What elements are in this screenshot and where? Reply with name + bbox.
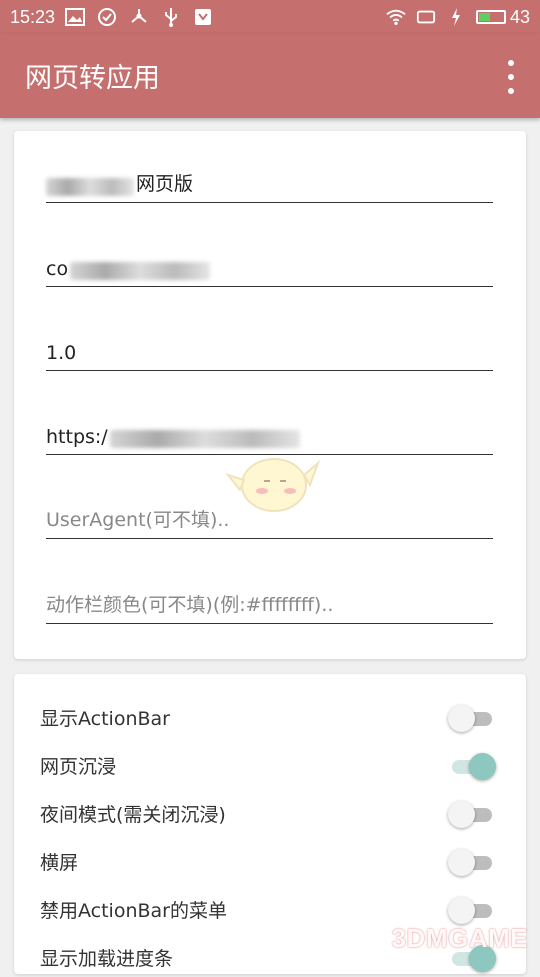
setting-night-mode: 夜间模式(需关闭沉浸) bbox=[40, 793, 500, 833]
shield-icon bbox=[193, 7, 213, 27]
usb-icon bbox=[161, 7, 181, 27]
battery-icon bbox=[475, 10, 506, 24]
setting-label: 显示ActionBar bbox=[40, 707, 170, 730]
status-time: 15:23 bbox=[10, 6, 56, 27]
version-value: 1.0 bbox=[46, 342, 77, 364]
check-circle-icon bbox=[97, 7, 117, 27]
immersive-toggle[interactable] bbox=[448, 753, 496, 780]
more-vert-icon[interactable] bbox=[500, 60, 522, 94]
screen-icon bbox=[416, 7, 436, 27]
app-bar: 网页转应用 bbox=[0, 34, 540, 118]
watermark-logo: 3DMGAME bbox=[391, 923, 528, 953]
setting-show-actionbar: 显示ActionBar bbox=[40, 697, 500, 737]
night-mode-toggle[interactable] bbox=[448, 801, 496, 828]
setting-label: 夜间模式(需关闭沉浸) bbox=[40, 803, 226, 826]
usb-share-icon bbox=[129, 7, 149, 27]
version-field[interactable]: 1.0 bbox=[46, 331, 493, 371]
setting-label: 禁用ActionBar的菜单 bbox=[40, 899, 227, 922]
setting-label: 网页沉浸 bbox=[40, 755, 117, 778]
mascot-watermark-icon bbox=[225, 458, 321, 512]
actionbar-color-field[interactable]: 动作栏颜色(可不填)(例:#ffffffff).. bbox=[46, 584, 493, 624]
notification-icons bbox=[65, 7, 213, 27]
app-info-card: 网页版 co 1.0 https:/ UserAgent(可不填).. 动作栏颜… bbox=[14, 131, 526, 659]
url-value: https:/ bbox=[46, 426, 108, 448]
show-actionbar-toggle[interactable] bbox=[448, 705, 496, 732]
actionbar-color-placeholder: 动作栏颜色(可不填)(例:#ffffffff).. bbox=[46, 594, 334, 616]
setting-label: 显示加载进度条 bbox=[40, 947, 174, 970]
battery-indicator: 43 bbox=[475, 6, 530, 28]
setting-landscape: 横屏 bbox=[40, 841, 500, 881]
user-agent-placeholder: UserAgent(可不填).. bbox=[46, 509, 230, 531]
wifi-icon bbox=[386, 7, 406, 27]
package-name-value: co bbox=[46, 258, 69, 280]
app-name-field[interactable]: 网页版 bbox=[46, 163, 493, 203]
page-title: 网页转应用 bbox=[25, 63, 160, 94]
app-name-value: 网页版 bbox=[136, 173, 194, 195]
charging-icon bbox=[446, 7, 466, 27]
package-name-field[interactable]: co bbox=[46, 247, 493, 287]
image-icon bbox=[65, 7, 86, 27]
setting-label: 横屏 bbox=[40, 851, 79, 874]
redacted-text bbox=[70, 262, 211, 280]
setting-immersive: 网页沉浸 bbox=[40, 745, 500, 785]
status-bar: 15:23 43 bbox=[0, 0, 540, 34]
landscape-toggle[interactable] bbox=[448, 849, 496, 876]
system-icons: 43 bbox=[386, 0, 530, 34]
redacted-text bbox=[46, 178, 134, 196]
battery-level: 43 bbox=[509, 6, 530, 27]
disable-actionbar-menu-toggle[interactable] bbox=[448, 897, 496, 924]
